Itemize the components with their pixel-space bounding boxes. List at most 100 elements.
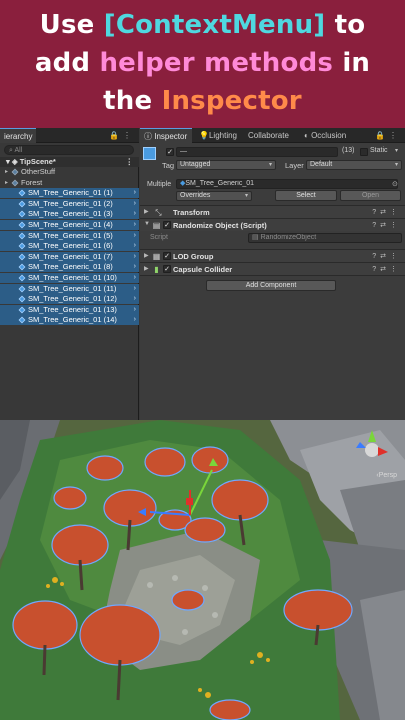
foldout-arrow-icon[interactable]: ▶ — [144, 252, 149, 259]
hierarchy-item-label: SM_Tree_Generic_01 (10) — [28, 273, 117, 282]
prefab-asset-name: SM_Tree_Generic_01 — [185, 180, 254, 187]
component-lod-group[interactable]: ▶ ▦ ✓ LOD Group ?⇄⋮ — [140, 249, 405, 262]
tab-inspector[interactable]: ⓘ Inspector — [140, 128, 192, 143]
component-enabled-checkbox[interactable]: ✓ — [163, 221, 171, 229]
component-tools-icons[interactable]: ?⇄⋮ — [372, 219, 401, 232]
info-icon: ⓘ — [144, 132, 155, 141]
title-text: to — [325, 10, 366, 40]
title-highlight-inspector: Inspector — [161, 86, 302, 116]
hierarchy-item[interactable]: SM_Tree_Generic_01 (7) › — [0, 251, 139, 262]
tab-label: Inspector — [154, 132, 188, 141]
tab-occlusion[interactable]: ◐ Occlusion — [300, 128, 350, 143]
expand-arrow-icon[interactable]: ▸ — [5, 167, 8, 177]
hierarchy-item[interactable]: SM_Tree_Generic_01 (12) › — [0, 294, 139, 305]
static-dropdown-caret-icon[interactable]: ▾ — [395, 147, 398, 154]
expand-arrow-icon[interactable]: ▸ — [5, 178, 8, 188]
hierarchy-item[interactable]: SM_Tree_Generic_01 (4) › — [0, 220, 139, 230]
hierarchy-item[interactable]: ▸ OtherStuff — [0, 167, 139, 177]
hierarchy-item[interactable]: SM_Tree_Generic_01 (1) › — [0, 188, 139, 199]
prefab-open-chevron-icon[interactable]: › — [134, 231, 136, 241]
tab-collaborate[interactable]: Collaborate — [244, 128, 293, 143]
gameobject-cube-icon — [18, 210, 26, 218]
title-line-3: the Inspector — [0, 86, 405, 116]
script-label: Script — [150, 234, 168, 241]
tab-hierarchy[interactable]: ierarchy — [0, 128, 37, 143]
script-reference-field[interactable]: ▤ RandomizeObject — [248, 233, 402, 243]
hierarchy-item[interactable]: SM_Tree_Generic_01 (2) › — [0, 198, 139, 209]
chevron-down-icon: ▾ — [268, 162, 272, 168]
component-randomize-object[interactable]: ▼ ▤ ✓ Randomize Object (Script) ?⇄⋮ — [140, 218, 405, 231]
gameobject-cube-icon — [11, 179, 19, 186]
scene-root-row[interactable]: ▾ ◈ TipScene* ⋮ — [0, 157, 139, 167]
projection-label[interactable]: ‹Persp — [376, 472, 397, 479]
layer-value: Default — [310, 161, 333, 168]
prefab-asset-field[interactable]: ◆SM_Tree_Generic_01 — [176, 179, 398, 189]
gameobject-cube-icon — [18, 221, 26, 229]
select-prefab-button[interactable]: Select — [275, 190, 337, 201]
component-transform[interactable]: ▶ ⤡ Transform ?⇄⋮ — [140, 205, 405, 218]
scene-view[interactable]: ‹Persp — [0, 420, 405, 720]
title-highlight-contextmenu: [ContextMenu] — [103, 10, 326, 40]
prefab-open-chevron-icon[interactable]: › — [134, 241, 136, 251]
object-picker-icon[interactable]: ⊙ — [392, 180, 398, 188]
script-value: RandomizeObject — [260, 234, 317, 241]
prefab-open-chevron-icon[interactable]: › — [134, 252, 136, 262]
gameobject-cube-icon — [11, 168, 19, 176]
title-banner: Use [ContextMenu] to add helper methods … — [0, 0, 405, 128]
prefab-open-chevron-icon[interactable]: › — [134, 220, 136, 230]
tag-dropdown[interactable]: Untagged ▾ — [176, 160, 276, 170]
title-text: in — [333, 48, 371, 78]
prefab-open-chevron-icon[interactable]: › — [134, 305, 136, 315]
hierarchy-search-input[interactable]: ⌕ All — [4, 145, 134, 155]
prefab-open-chevron-icon[interactable]: › — [134, 315, 136, 325]
inspector-panel: ⓘ Inspector 💡Lighting Collaborate ◐ Occl… — [140, 128, 405, 420]
foldout-arrow-icon[interactable]: ▶ — [144, 265, 149, 272]
hierarchy-item[interactable]: SM_Tree_Generic_01 (5) › — [0, 230, 139, 241]
scene-menu-icon[interactable]: ⋮ — [126, 157, 134, 167]
layer-dropdown[interactable]: Default ▾ — [306, 160, 402, 170]
add-component-button[interactable]: Add Component — [206, 280, 336, 291]
hierarchy-item[interactable]: SM_Tree_Generic_01 (10) › — [0, 273, 139, 283]
prefab-multiple-label: Multiple — [147, 181, 172, 188]
script-file-icon: ▤ — [252, 234, 261, 241]
hierarchy-tabbar: ierarchy 🔒⋮ — [0, 128, 139, 143]
static-checkbox[interactable] — [360, 148, 368, 156]
open-prefab-button[interactable]: Open — [340, 190, 401, 201]
prefab-open-chevron-icon[interactable]: › — [134, 273, 136, 283]
hierarchy-item[interactable]: SM_Tree_Generic_01 (3) › — [0, 209, 139, 220]
prefab-open-chevron-icon[interactable]: › — [134, 262, 136, 272]
component-enabled-checkbox[interactable]: ✓ — [163, 265, 171, 273]
panel-menu-icons[interactable]: 🔒⋮ — [375, 128, 401, 143]
hierarchy-item[interactable]: SM_Tree_Generic_01 (11) › — [0, 283, 139, 294]
name-field[interactable]: — — [176, 147, 338, 157]
script-icon: ▤ — [152, 221, 161, 230]
component-name: Randomize Object (Script) — [173, 221, 267, 230]
chevron-down-icon: ▾ — [244, 193, 248, 199]
prefab-open-chevron-icon[interactable]: › — [134, 294, 136, 304]
hierarchy-item[interactable]: SM_Tree_Generic_01 (8) › — [0, 262, 139, 273]
transform-icon: ⤡ — [155, 208, 162, 217]
hierarchy-item[interactable]: SM_Tree_Generic_01 (13) › — [0, 304, 139, 315]
hierarchy-item-label: SM_Tree_Generic_01 (3) — [28, 209, 113, 219]
overrides-dropdown[interactable]: Overrides ▾ — [176, 191, 252, 201]
hierarchy-item[interactable]: ▸ Forest — [0, 178, 139, 188]
unity-editor: ierarchy 🔒⋮ ⌕ All ▾ ◈ TipScene* ⋮ ▸ Other… — [0, 128, 405, 420]
tab-lighting[interactable]: 💡Lighting — [195, 128, 241, 143]
prefab-open-chevron-icon[interactable]: › — [134, 209, 136, 219]
hierarchy-item-label: SM_Tree_Generic_01 (2) — [28, 198, 113, 208]
overrides-label: Overrides — [180, 192, 211, 199]
active-checkbox[interactable]: ✓ — [166, 148, 174, 156]
component-enabled-checkbox[interactable]: ✓ — [163, 252, 171, 260]
hierarchy-item[interactable]: SM_Tree_Generic_01 (6) › — [0, 241, 139, 252]
foldout-arrow-icon[interactable]: ▶ — [144, 208, 149, 215]
foldout-arrow-icon[interactable]: ▼ — [144, 221, 150, 227]
panel-menu-icons[interactable]: 🔒⋮ — [109, 128, 135, 143]
prefab-open-chevron-icon[interactable]: › — [134, 199, 136, 209]
hierarchy-item[interactable]: SM_Tree_Generic_01 (14) › — [0, 315, 139, 326]
occlusion-icon: ◐ — [304, 131, 312, 140]
gameobject-cube-icon — [18, 295, 26, 303]
gameobject-cube-icon — [18, 263, 26, 271]
prefab-open-chevron-icon[interactable]: › — [134, 188, 136, 198]
prefab-open-chevron-icon[interactable]: › — [134, 284, 136, 294]
component-capsule-collider[interactable]: ▶ ▮ ✓ Capsule Collider ?⇄⋮ — [140, 262, 405, 275]
